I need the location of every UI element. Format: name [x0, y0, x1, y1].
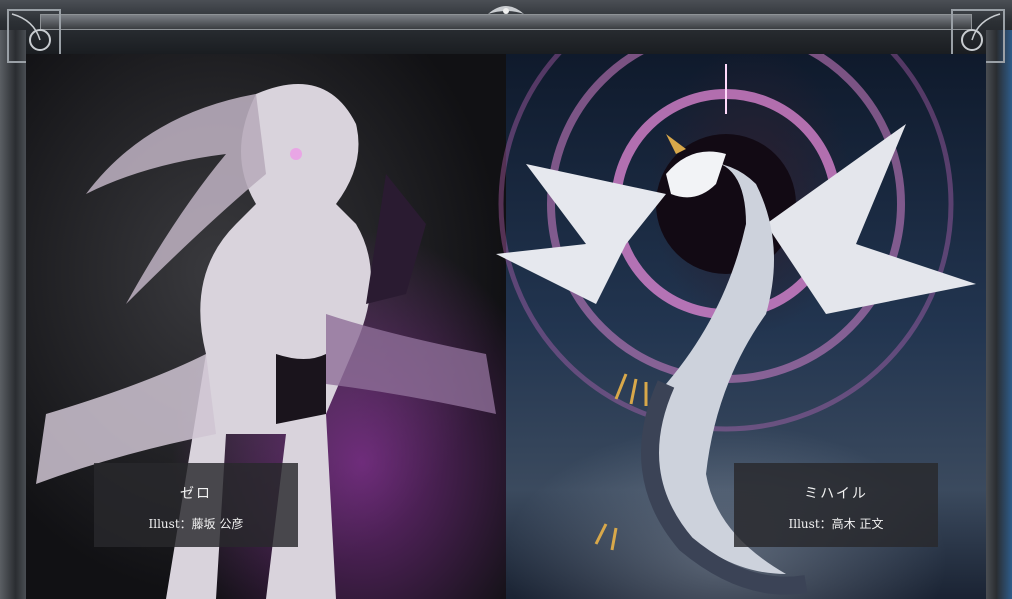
character-caption: ゼロ Illust：藤坂 公彦: [94, 463, 298, 547]
artwork-stage: ゼロ Illust：藤坂 公彦 ミハイル Illust：高木 正文: [26, 54, 986, 599]
character-caption: ミハイル Illust：高木 正文: [734, 463, 938, 547]
character-name: ミハイル: [804, 486, 868, 502]
ornament-icon: [488, 6, 524, 14]
gallery-frame: ゼロ Illust：藤坂 公彦 ミハイル Illust：高木 正文: [0, 0, 1012, 599]
illustrator-credit: Illust：高木 正文: [788, 517, 884, 531]
illustrator-credit: Illust：藤坂 公彦: [148, 517, 244, 531]
frame-side-right: [986, 30, 1012, 599]
character-name: ゼロ: [180, 486, 212, 502]
frame-side-left: [0, 30, 26, 599]
frame-top-bar: [0, 0, 1012, 55]
